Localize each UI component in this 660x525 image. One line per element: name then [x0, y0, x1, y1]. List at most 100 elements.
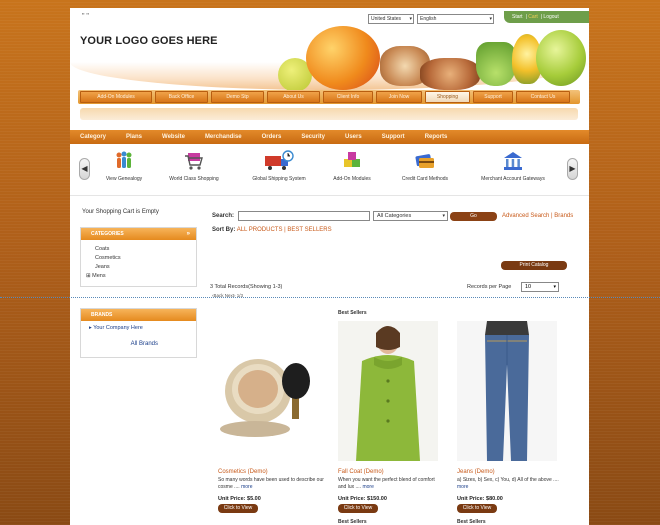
more-link[interactable]: more — [457, 484, 468, 490]
view-button-jeans[interactable]: Click to View — [457, 504, 497, 513]
icon-item-label: Merchant Account Gateways — [481, 176, 545, 182]
chevron-down-icon: ▾ — [409, 16, 412, 22]
chevron-down-icon: ▾ — [442, 213, 445, 219]
all-brands-link[interactable]: All Brands — [81, 333, 196, 351]
category-select[interactable]: All Categories ▾ — [373, 211, 448, 221]
view-button-fall-coat[interactable]: Click to View — [338, 504, 378, 513]
country-select-value: United States — [371, 16, 402, 22]
nav-tab-client-info[interactable]: Client Info — [323, 91, 373, 103]
scroll-right-button[interactable]: ▶ — [567, 158, 578, 180]
categories-box-header: CATEGORIES » — [81, 228, 196, 240]
product-image-jeans[interactable] — [457, 321, 557, 461]
user-links-bar: Start | Cart | Logout — [504, 11, 589, 23]
catbar-orders[interactable]: Orders — [262, 134, 282, 140]
icon-item-shopping[interactable]: World Class Shopping — [162, 150, 226, 182]
shopping-cart-icon — [183, 150, 205, 172]
nav-tab-about-us[interactable]: About Us — [267, 91, 320, 103]
catbar-plans[interactable]: Plans — [126, 134, 142, 140]
product-desc-cosmetics: So many words have been used to describe… — [218, 477, 324, 491]
scroll-left-button[interactable]: ◀ — [79, 158, 90, 180]
icon-item-label: World Class Shopping — [169, 176, 219, 182]
icon-strip: ◀ View Genealogy World Class Shopping Gl… — [70, 146, 589, 196]
category-item-label: Mens — [92, 273, 106, 279]
best-sellers-badge: Best Sellers — [338, 519, 367, 525]
catbar-users[interactable]: Users — [345, 134, 362, 140]
category-item-cosmetics[interactable]: Cosmetics — [95, 254, 196, 263]
search-label: Search: — [212, 213, 235, 219]
start-link[interactable]: Start — [512, 14, 523, 20]
category-select-value: All Categories — [377, 213, 412, 219]
sort-by-links[interactable]: ALL PRODUCTS | BEST SELLERS — [237, 227, 332, 233]
records-summary: 3 Total Records(Showing 1-3) — [210, 284, 283, 290]
catbar-category[interactable]: Category — [80, 134, 106, 140]
leaves-image — [476, 42, 516, 86]
catbar-reports[interactable]: Reports — [425, 134, 448, 140]
product-price-fall-coat: Unit Price: $150.00 — [338, 496, 387, 502]
site-logo[interactable]: YOUR LOGO GOES HERE — [80, 35, 218, 47]
cart-status: Your Shopping Cart is Empty — [82, 209, 159, 215]
category-item-jeans[interactable]: Jeans — [95, 263, 196, 272]
brands-box-header: BRANDS — [81, 309, 196, 321]
nav-shadow-bar — [80, 108, 578, 120]
catbar-security[interactable]: Security — [301, 134, 325, 140]
category-item-coats[interactable]: Coats — [95, 245, 196, 254]
nav-tab-back-office[interactable]: Back Office — [155, 91, 208, 103]
brands-box-title: BRANDS — [91, 312, 113, 318]
icon-item-label: View Genealogy — [105, 176, 143, 182]
product-name-jeans[interactable]: Jeans (Demo) — [457, 469, 495, 475]
product-image-fall-coat[interactable] — [338, 321, 438, 461]
nav-tab-shopping[interactable]: Shopping — [425, 91, 470, 103]
categories-box: CATEGORIES » Coats Cosmetics Jeans ⊞ Men… — [80, 227, 197, 287]
print-catalog-button[interactable]: Print Catalog — [501, 261, 567, 270]
language-select-value: English — [420, 16, 437, 22]
nav-tab-support[interactable]: Support — [473, 91, 513, 103]
brand-item[interactable]: ▸ Your Company Here — [89, 324, 196, 333]
category-bar: Category Plans Website Merchandise Order… — [70, 130, 589, 144]
nav-tab-demo[interactable]: Demo Stp — [211, 91, 264, 103]
catbar-website[interactable]: Website — [162, 134, 185, 140]
icon-item-label: Credit Card Methods — [401, 176, 449, 182]
guide-line — [0, 297, 660, 298]
search-input[interactable] — [238, 211, 370, 221]
product-name-fall-coat[interactable]: Fall Coat (Demo) — [338, 469, 384, 475]
catbar-support[interactable]: Support — [382, 134, 405, 140]
more-link[interactable]: more — [362, 484, 373, 490]
icon-item-merchant[interactable]: Merchant Account Gateways — [475, 150, 551, 182]
sort-by: Sort By: ALL PRODUCTS | BEST SELLERS — [212, 227, 332, 233]
logout-link[interactable]: Logout — [543, 14, 558, 20]
nav-tab-add-on-modules[interactable]: Add-On Modules — [80, 91, 152, 103]
icon-item-genealogy[interactable]: View Genealogy — [102, 150, 146, 182]
category-item-mens[interactable]: ⊞ Mens — [86, 272, 196, 281]
icon-item-shipping[interactable]: Global Shipping System — [248, 150, 310, 182]
view-button-cosmetics[interactable]: Click to View — [218, 504, 258, 513]
language-select[interactable]: English ▾ — [417, 14, 494, 24]
go-button[interactable]: Go — [450, 212, 497, 221]
chevron-down-icon: ▾ — [553, 284, 556, 290]
product-name-cosmetics[interactable]: Cosmetics (Demo) — [218, 469, 268, 475]
product-price-cosmetics: Unit Price: $5.00 — [218, 496, 261, 502]
product-image-cosmetics[interactable] — [218, 321, 318, 461]
brands-box: BRANDS ▸ Your Company Here All Brands — [80, 308, 197, 358]
icon-item-label: Add-On Modules — [333, 176, 371, 182]
cart-link[interactable]: Cart — [528, 14, 537, 20]
catbar-merchandise[interactable]: Merchandise — [205, 134, 242, 140]
puzzle-icon — [341, 150, 363, 172]
nav-tab-join-now[interactable]: Join Now — [376, 91, 422, 103]
nav-tab-contact-us[interactable]: Contact Us — [516, 91, 570, 103]
advanced-search-link[interactable]: Advanced Search | Brands — [502, 213, 573, 219]
collapse-icon[interactable]: » — [187, 228, 190, 240]
more-link[interactable]: more — [241, 484, 252, 490]
icon-item-add-on[interactable]: Add-On Modules — [328, 150, 376, 182]
product-desc-jeans: a) Sizes, b) Sex, c) You, d) All of the … — [457, 477, 565, 491]
country-select[interactable]: United States ▾ — [368, 14, 414, 24]
chevron-right-icon: ▶ — [569, 164, 576, 173]
icon-item-label: Global Shipping System — [252, 176, 306, 182]
sort-by-label: Sort By: — [212, 227, 236, 233]
icon-item-credit-card[interactable]: Credit Card Methods — [395, 150, 455, 182]
chevron-left-icon: ◀ — [81, 164, 88, 173]
records-per-page-select[interactable]: 10 ▾ — [521, 282, 559, 292]
credit-card-icon — [414, 150, 436, 172]
product-desc-text: a) Sizes, b) Sex, c) You, d) All of the … — [457, 477, 559, 483]
main-nav: Add-On Modules Back Office Demo Stp Abou… — [80, 91, 570, 103]
people-icon — [113, 150, 135, 172]
